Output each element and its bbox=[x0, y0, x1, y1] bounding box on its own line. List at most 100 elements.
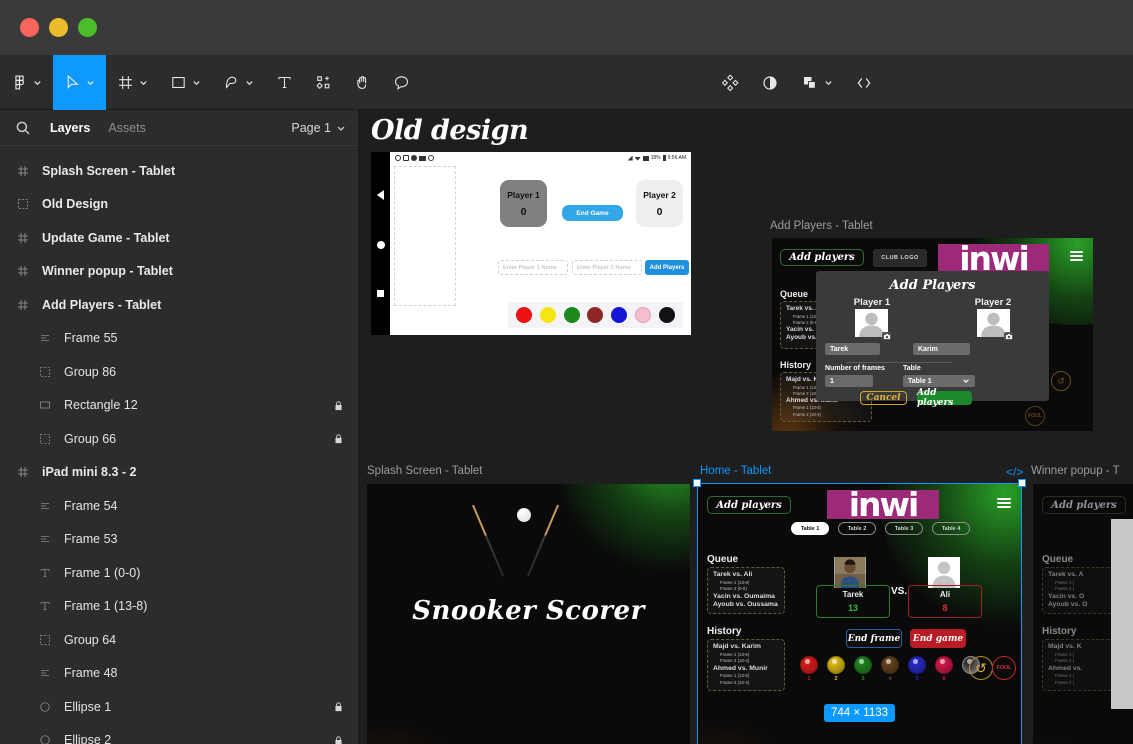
ap-modal-frames-input[interactable]: 1 bbox=[825, 375, 873, 387]
home-end-game-button[interactable]: End game bbox=[910, 629, 966, 648]
comment-tool-button[interactable] bbox=[382, 55, 421, 110]
artboard-splash[interactable]: Snooker Scorer bbox=[367, 484, 690, 744]
layer-row[interactable]: Frame 48 bbox=[0, 657, 358, 691]
old-ball-3[interactable] bbox=[563, 307, 580, 323]
old-player1-name-input[interactable]: Enter Player 1 Name bbox=[498, 260, 568, 275]
layer-row[interactable]: Group 66 bbox=[0, 422, 358, 456]
ap-add-players-chip[interactable]: Add players bbox=[780, 249, 864, 266]
layer-row[interactable]: Add Players - Tablet bbox=[0, 288, 358, 322]
minimize-window-button[interactable] bbox=[49, 18, 68, 37]
list-item[interactable]: Tarek vs. A bbox=[1048, 571, 1114, 580]
lock-icon[interactable] bbox=[333, 399, 344, 412]
layer-row[interactable]: Update Game - Tablet bbox=[0, 221, 358, 255]
home-player-right-card[interactable]: Ali 8 bbox=[908, 585, 982, 618]
list-item[interactable]: Ayoub vs. Oussama bbox=[713, 601, 779, 610]
list-item[interactable]: Majd vs. K bbox=[1048, 643, 1114, 652]
old-design-artboard[interactable]: 18% 9:56 AM Player 1 0 Player 2 0 End Ga… bbox=[371, 152, 691, 335]
home-player-right-avatar[interactable] bbox=[928, 557, 960, 588]
list-item[interactable]: Ahmed vs. bbox=[1048, 665, 1114, 674]
home-player-left-avatar[interactable] bbox=[834, 557, 866, 588]
layer-row[interactable]: Frame 1 (13-8) bbox=[0, 590, 358, 624]
close-window-button[interactable] bbox=[20, 18, 39, 37]
ball-button-3[interactable]: 3 bbox=[854, 656, 872, 682]
ap-modal-confirm-button[interactable]: Add players bbox=[917, 388, 972, 408]
component-tool-button[interactable] bbox=[304, 55, 343, 110]
home-hamburger-icon[interactable] bbox=[997, 498, 1011, 508]
home-foul-button[interactable]: FOUL bbox=[992, 656, 1016, 680]
frame-label-winner-popup[interactable]: Winner popup - T bbox=[1031, 465, 1120, 477]
dev-mode-button[interactable] bbox=[844, 55, 884, 110]
contrast-toggle-button[interactable] bbox=[750, 55, 790, 110]
back-triangle-icon[interactable] bbox=[377, 190, 384, 201]
list-item[interactable]: Tarek vs. Ali bbox=[713, 571, 779, 580]
layer-row[interactable]: Ellipse 1 bbox=[0, 690, 358, 724]
ball-button-4[interactable]: 4 bbox=[881, 656, 899, 682]
artboard-add-players[interactable]: Add players CLUB LOGO inwi Queue Tarek v… bbox=[772, 238, 1093, 431]
selection-handle-tl[interactable] bbox=[693, 479, 701, 487]
actions-button[interactable] bbox=[710, 55, 750, 110]
frame-tool-button[interactable] bbox=[106, 55, 159, 110]
shape-tool-button[interactable] bbox=[159, 55, 212, 110]
ap-modal-p2-input[interactable]: Karim bbox=[913, 343, 970, 355]
home-table-tab-2[interactable]: Table 2 bbox=[838, 522, 876, 535]
layer-row[interactable]: iPad mini 8.3 - 2 bbox=[0, 456, 358, 490]
ap-modal-p2-camera-icon[interactable] bbox=[1004, 332, 1013, 340]
ap-hamburger-icon[interactable] bbox=[1070, 251, 1083, 261]
list-item[interactable]: Ayoub vs. O bbox=[1048, 601, 1114, 610]
canvas-area[interactable]: Old design 18% 9:56 AM Player 1 0 Player… bbox=[359, 110, 1133, 744]
layer-row[interactable]: Group 86 bbox=[0, 355, 358, 389]
layer-row[interactable]: Frame 53 bbox=[0, 523, 358, 557]
layer-row[interactable]: Frame 54 bbox=[0, 489, 358, 523]
old-player1-card[interactable]: Player 1 0 bbox=[500, 180, 547, 227]
home-table-tab-3[interactable]: Table 3 bbox=[885, 522, 923, 535]
home-table-tab-4[interactable]: Table 4 bbox=[932, 522, 970, 535]
layer-row[interactable]: Group 64 bbox=[0, 623, 358, 657]
ap-foul-icon[interactable]: FOUL bbox=[1025, 406, 1045, 426]
home-end-frame-button[interactable]: End frame bbox=[846, 629, 902, 648]
pen-tool-button[interactable] bbox=[212, 55, 265, 110]
home-table-tab-1[interactable]: Table 1 bbox=[791, 522, 829, 535]
ball-button-5[interactable]: 5 bbox=[908, 656, 926, 682]
ball-button-1[interactable]: 1 bbox=[800, 656, 818, 682]
move-tool-button[interactable] bbox=[53, 55, 106, 110]
old-ball-7[interactable] bbox=[658, 307, 675, 323]
layer-row[interactable]: Ellipse 2 bbox=[0, 724, 358, 744]
layer-row[interactable]: Frame 55 bbox=[0, 322, 358, 356]
tab-assets[interactable]: Assets bbox=[108, 121, 146, 135]
frame-label-home[interactable]: Home - Tablet bbox=[700, 465, 771, 477]
home-circle-icon[interactable] bbox=[376, 240, 385, 249]
selection-handle-tr[interactable] bbox=[1018, 479, 1026, 487]
old-ball-2[interactable] bbox=[539, 307, 556, 323]
ap-modal-p1-camera-icon[interactable] bbox=[882, 332, 891, 340]
home-undo-button[interactable]: ↺ bbox=[969, 656, 993, 680]
ap-modal-p2-avatar[interactable] bbox=[977, 309, 1013, 340]
home-add-players-chip[interactable]: Add players bbox=[707, 496, 791, 514]
layer-row[interactable]: Old Design bbox=[0, 188, 358, 222]
ap-undo-icon[interactable]: ↺ bbox=[1051, 371, 1071, 391]
page-selector[interactable]: Page 1 bbox=[291, 121, 346, 135]
old-add-players-button[interactable]: Add Players bbox=[645, 260, 689, 275]
layer-row[interactable]: Winner popup - Tablet bbox=[0, 255, 358, 289]
list-item[interactable]: Yacin vs. O bbox=[1048, 593, 1114, 602]
old-ball-1[interactable] bbox=[515, 307, 532, 323]
old-player2-card[interactable]: Player 2 0 bbox=[636, 180, 683, 227]
recents-square-icon[interactable] bbox=[377, 289, 384, 297]
list-item[interactable]: Ahmed vs. Munir bbox=[713, 665, 779, 674]
wp-add-players-chip[interactable]: Add players bbox=[1042, 496, 1126, 514]
layers-overlay-button[interactable] bbox=[790, 55, 844, 110]
frame-label-splash[interactable]: Splash Screen - Tablet bbox=[367, 465, 483, 477]
ap-modal-p1-avatar[interactable] bbox=[855, 309, 891, 340]
ap-modal-table-select[interactable]: Table 1 bbox=[903, 375, 975, 387]
ap-modal-p1-input[interactable]: Tarek bbox=[825, 343, 880, 355]
old-ball-6[interactable] bbox=[635, 307, 652, 323]
lock-icon[interactable] bbox=[333, 432, 344, 445]
ap-modal-cancel-button[interactable]: Cancel bbox=[860, 391, 907, 405]
layer-row[interactable]: Frame 1 (0-0) bbox=[0, 556, 358, 590]
list-item[interactable]: Majd vs. Karim bbox=[713, 643, 779, 652]
old-player2-name-input[interactable]: Enter Player 2 Name bbox=[572, 260, 642, 275]
old-ball-4[interactable] bbox=[587, 307, 604, 323]
lock-icon[interactable] bbox=[333, 734, 344, 744]
text-tool-button[interactable] bbox=[265, 55, 304, 110]
old-ball-5[interactable] bbox=[611, 307, 628, 323]
maximize-window-button[interactable] bbox=[78, 18, 97, 37]
